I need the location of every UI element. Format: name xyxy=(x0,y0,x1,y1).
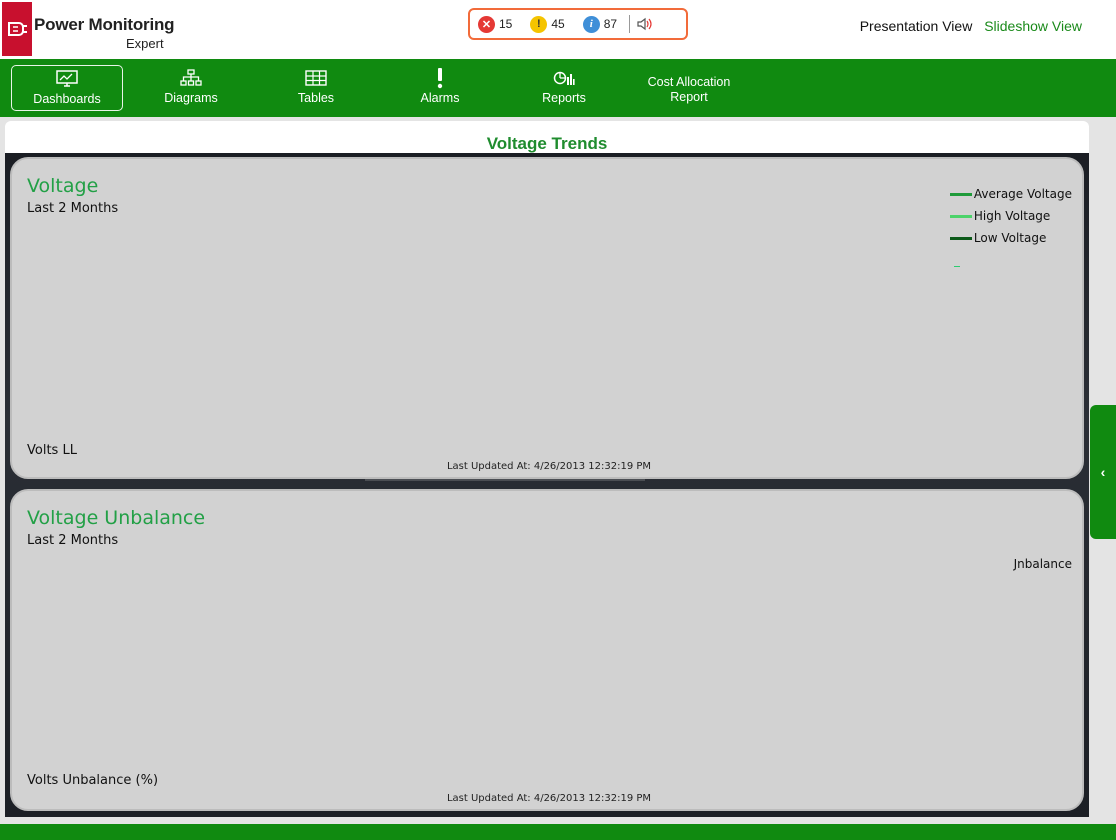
chevron-left-icon: ‹ xyxy=(1100,464,1106,480)
dashboard-monitor-icon xyxy=(56,70,78,87)
slideshow-view-link[interactable]: Slideshow View xyxy=(984,18,1082,34)
view-links: Presentation View Slideshow View xyxy=(852,18,1082,34)
alarm-medium-count: 45 xyxy=(551,17,565,31)
nav-reports[interactable]: Reports xyxy=(508,65,620,111)
main-navbar: Dashboards Diagrams Tables Alarms Report… xyxy=(0,59,1116,117)
report-chart-icon xyxy=(553,71,575,85)
legend-label-average: Average Voltage xyxy=(973,187,1072,201)
page-title: Voltage Trends xyxy=(486,134,608,153)
exclamation-circle-icon: ! xyxy=(530,15,548,33)
x-circle-icon: ✕ xyxy=(478,15,495,33)
voltage-panel-period: Last 2 Months xyxy=(27,201,119,216)
nav-alarms-label: Alarms xyxy=(420,91,460,105)
legend-marker xyxy=(954,266,960,267)
app-logo xyxy=(2,2,32,56)
alarm-high[interactable]: ✕ 15 xyxy=(478,15,513,33)
alarm-summary[interactable]: ✕ 15 ! 45 i 87 xyxy=(468,8,688,40)
legend-item-average-voltage[interactable]: Average Voltage xyxy=(949,183,1072,205)
app-subtitle: Expert xyxy=(126,36,164,51)
info-circle-icon: i xyxy=(582,15,600,33)
voltage-axis-label: Volts LL xyxy=(27,443,77,458)
unbalance-panel-period: Last 2 Months xyxy=(27,533,119,548)
alarm-low-count: 87 xyxy=(603,17,618,31)
voltage-legend: Average Voltage High Voltage Low Voltage xyxy=(949,183,1072,249)
plug-logo-icon xyxy=(8,22,27,36)
legend-label-high: High Voltage xyxy=(973,209,1051,223)
nav-diagrams[interactable]: Diagrams xyxy=(135,65,247,111)
voltage-last-updated: Last Updated At: 4/26/2013 12:32:19 PM xyxy=(446,461,652,472)
main-content: Voltage Trends Voltage Last 2 Months Ave… xyxy=(5,121,1089,817)
alarm-medium[interactable]: ! 45 xyxy=(530,15,565,33)
exclamation-icon xyxy=(437,68,443,89)
alarm-divider xyxy=(629,15,631,33)
nav-tables-label: Tables xyxy=(297,91,335,105)
alarm-high-count: 15 xyxy=(499,17,513,31)
legend-item-low-voltage[interactable]: Low Voltage xyxy=(949,227,1072,249)
legend-swatch-average xyxy=(949,192,972,196)
app-header: Power Monitoring Expert ✕ 15 ! 45 i 87 P… xyxy=(0,0,1116,59)
legend-swatch-low xyxy=(949,236,972,240)
presentation-view-link[interactable]: Presentation View xyxy=(860,18,973,34)
nav-dashboards-label: Dashboards xyxy=(33,92,101,106)
table-grid-icon xyxy=(305,70,327,86)
voltage-unbalance-panel: Voltage Unbalance Last 2 Months Jnbalanc… xyxy=(10,489,1084,811)
app-title: Power Monitoring xyxy=(34,15,175,34)
speaker-icon[interactable] xyxy=(636,15,654,33)
nav-cost-allocation-report[interactable]: Cost Allocation Report xyxy=(633,65,745,111)
unbalance-panel-title: Voltage Unbalance xyxy=(27,507,206,529)
nav-dashboards[interactable]: Dashboards xyxy=(11,65,123,111)
nav-cost-allocation-label-line2: Report xyxy=(670,90,708,104)
unbalance-axis-label: Volts Unbalance (%) xyxy=(27,773,159,788)
app-footer xyxy=(0,824,1116,840)
side-panel-toggle[interactable]: ‹ xyxy=(1090,405,1116,539)
unbalance-last-updated: Last Updated At: 4/26/2013 12:32:19 PM xyxy=(446,793,652,804)
nav-cost-allocation-label-line1: Cost Allocation xyxy=(647,75,731,89)
legend-swatch-high xyxy=(949,214,972,218)
legend-label-low: Low Voltage xyxy=(973,231,1047,245)
nav-diagrams-label: Diagrams xyxy=(164,91,218,105)
dashboard-area: Voltage Last 2 Months Average Voltage Hi… xyxy=(5,153,1089,817)
hierarchy-icon xyxy=(180,69,202,86)
nav-alarms[interactable]: Alarms xyxy=(384,65,496,111)
nav-tables[interactable]: Tables xyxy=(260,65,372,111)
voltage-panel: Voltage Last 2 Months Average Voltage Hi… xyxy=(10,157,1084,479)
legend-item-high-voltage[interactable]: High Voltage xyxy=(949,205,1072,227)
voltage-panel-title: Voltage xyxy=(27,175,99,197)
nav-reports-label: Reports xyxy=(542,91,586,105)
unbalance-legend-label[interactable]: Jnbalance xyxy=(1014,557,1072,571)
alarm-low[interactable]: i 87 xyxy=(582,15,618,33)
